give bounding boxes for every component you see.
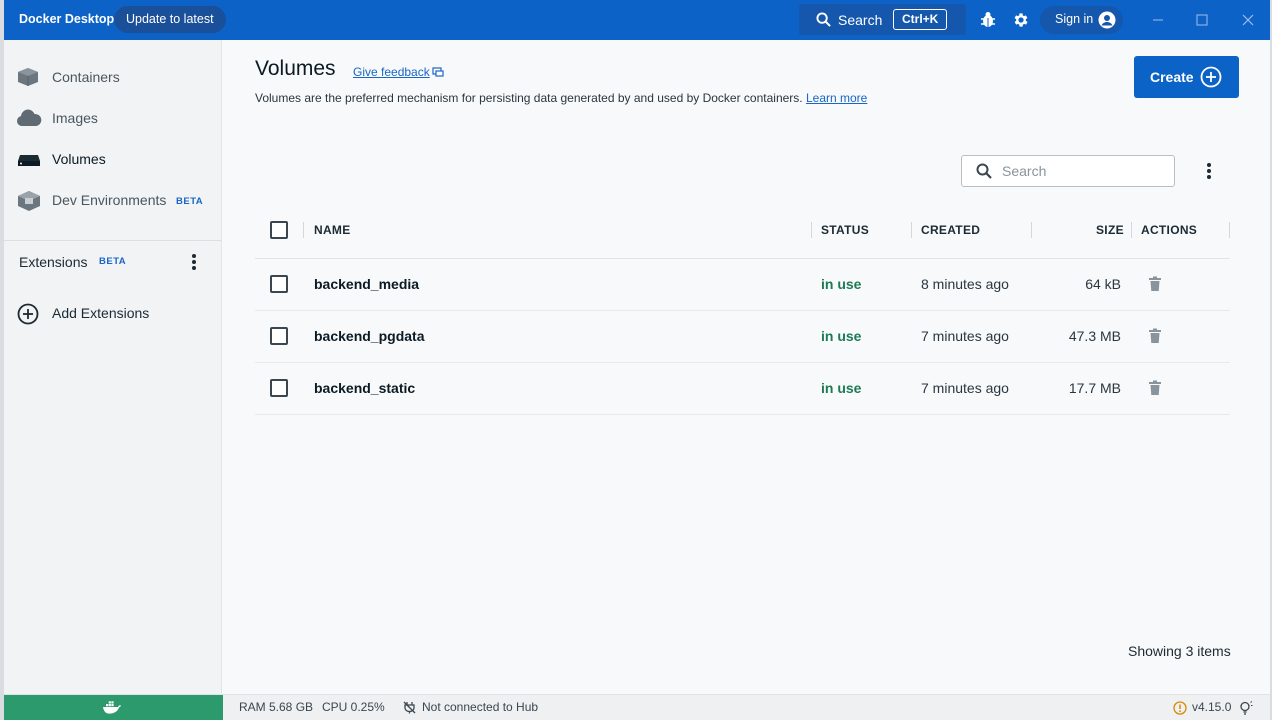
search-input[interactable] <box>1002 161 1167 181</box>
status-bar: RAM 5.68 GB CPU 0.25% Not connected to H… <box>4 694 1270 720</box>
sidebar-item-volumes[interactable]: Volumes <box>4 140 222 178</box>
search-shortcut: Ctrl+K <box>893 9 948 30</box>
volume-status: in use <box>821 380 862 396</box>
global-search-button[interactable]: Search Ctrl+K <box>799 4 966 35</box>
minimize-icon[interactable] <box>1148 10 1168 30</box>
search-label: Search <box>838 12 883 28</box>
column-divider <box>911 222 912 238</box>
volume-name[interactable]: backend_pgdata <box>314 328 424 344</box>
column-divider <box>1031 222 1032 238</box>
volumes-table: NAME STATUS CREATED SIZE ACTIONS backend… <box>255 208 1230 415</box>
column-divider <box>811 222 812 238</box>
volume-created: 7 minutes ago <box>921 328 1009 344</box>
item-count: Showing 3 items <box>1128 643 1231 659</box>
column-header-size[interactable]: SIZE <box>1096 223 1124 237</box>
docker-whale-icon <box>102 699 122 720</box>
volume-search-field[interactable] <box>961 155 1175 187</box>
create-volume-button[interactable]: Create <box>1134 56 1239 98</box>
account-icon <box>1098 11 1116 32</box>
subtitle-text: Volumes are the preferred mechanism for … <box>255 91 803 105</box>
tips-lightbulb-icon[interactable] <box>1239 701 1253 720</box>
give-feedback-link[interactable]: Give feedback <box>353 65 430 79</box>
volume-created: 7 minutes ago <box>921 380 1009 396</box>
volume-size: 17.7 MB <box>1068 380 1121 396</box>
sidebar-item-label: Dev Environments <box>52 192 167 208</box>
add-extensions-button[interactable]: Add Extensions <box>4 298 222 332</box>
extensions-heading: Extensions <box>19 254 88 270</box>
sidebar-item-images[interactable]: Images <box>4 99 222 137</box>
extensions-more-icon[interactable] <box>188 252 200 277</box>
trash-icon[interactable] <box>1148 276 1162 297</box>
sidebar-item-containers[interactable]: Containers <box>4 58 222 96</box>
volume-name[interactable]: backend_static <box>314 380 415 396</box>
bug-icon[interactable] <box>980 11 996 34</box>
row-checkbox[interactable] <box>270 327 288 345</box>
sidebar-item-label: Containers <box>52 69 120 85</box>
volume-status: in use <box>821 328 862 344</box>
docker-desktop-window: Docker Desktop Update to latest Search C… <box>4 0 1270 720</box>
table-row[interactable]: backend_media in use 8 minutes ago 64 kB <box>255 259 1230 311</box>
beta-badge: BETA <box>176 196 204 207</box>
column-divider <box>1229 222 1230 238</box>
table-row[interactable]: backend_static in use 7 minutes ago 17.7… <box>255 363 1230 415</box>
row-checkbox[interactable] <box>270 275 288 293</box>
engine-status-indicator[interactable] <box>4 695 223 720</box>
sign-in-label: Sign in <box>1055 12 1094 26</box>
trash-icon[interactable] <box>1148 328 1162 349</box>
create-label: Create <box>1150 69 1194 85</box>
sign-in-button[interactable]: Sign in <box>1040 6 1123 34</box>
column-header-status[interactable]: STATUS <box>821 223 869 237</box>
volume-status: in use <box>821 276 862 292</box>
add-circle-icon <box>1200 66 1222 93</box>
table-row[interactable]: backend_pgdata in use 7 minutes ago 47.3… <box>255 311 1230 363</box>
extensions-beta-badge: BETA <box>99 256 127 267</box>
hub-disconnected-icon <box>403 701 416 719</box>
sidebar-item-label: Images <box>52 110 98 126</box>
column-divider <box>1131 222 1132 238</box>
maximize-icon[interactable] <box>1192 10 1212 30</box>
sidebar-divider <box>4 240 222 241</box>
volume-drive-icon <box>16 149 42 174</box>
title-bar: Docker Desktop Update to latest Search C… <box>4 0 1270 40</box>
version-label: v4.15.0 <box>1192 700 1232 714</box>
feedback-chat-icon[interactable] <box>432 66 444 84</box>
update-warning-icon[interactable] <box>1173 701 1187 720</box>
page-subtitle: Volumes are the preferred mechanism for … <box>255 91 867 105</box>
main-content: Volumes Give feedback Volumes are the pr… <box>223 40 1270 694</box>
ram-usage: RAM 5.68 GB <box>239 700 314 714</box>
table-header: NAME STATUS CREATED SIZE ACTIONS <box>255 208 1230 259</box>
learn-more-link[interactable]: Learn more <box>806 91 867 105</box>
more-options-icon[interactable] <box>1203 161 1215 186</box>
hub-status: Not connected to Hub <box>422 700 539 714</box>
cpu-usage: CPU 0.25% <box>322 700 385 714</box>
column-header-created[interactable]: CREATED <box>921 223 980 237</box>
add-circle-icon <box>17 303 39 330</box>
volume-size: 64 kB <box>1085 276 1121 292</box>
page-title: Volumes <box>255 57 336 80</box>
close-icon[interactable] <box>1238 10 1258 30</box>
app-title: Docker Desktop <box>19 12 115 26</box>
row-checkbox[interactable] <box>270 379 288 397</box>
volume-size: 47.3 MB <box>1068 328 1121 344</box>
containers-icon <box>16 67 40 92</box>
sidebar-item-label: Volumes <box>52 151 106 167</box>
cloud-icon <box>16 108 42 133</box>
update-button[interactable]: Update to latest <box>114 6 226 33</box>
column-divider <box>303 222 304 238</box>
volume-created: 8 minutes ago <box>921 276 1009 292</box>
select-all-checkbox[interactable] <box>270 221 288 239</box>
column-header-name[interactable]: NAME <box>314 223 351 237</box>
dev-env-icon <box>16 190 42 217</box>
gear-icon[interactable] <box>1012 11 1030 34</box>
volume-name[interactable]: backend_media <box>314 276 419 292</box>
add-extensions-label: Add Extensions <box>52 305 150 321</box>
sidebar-item-dev-environments[interactable]: Dev Environments BETA <box>4 181 222 219</box>
trash-icon[interactable] <box>1148 380 1162 401</box>
sidebar: Containers Images Volumes Dev Environmen… <box>4 40 222 694</box>
search-icon <box>976 163 992 184</box>
column-header-actions: ACTIONS <box>1141 223 1198 237</box>
search-icon <box>816 12 831 32</box>
